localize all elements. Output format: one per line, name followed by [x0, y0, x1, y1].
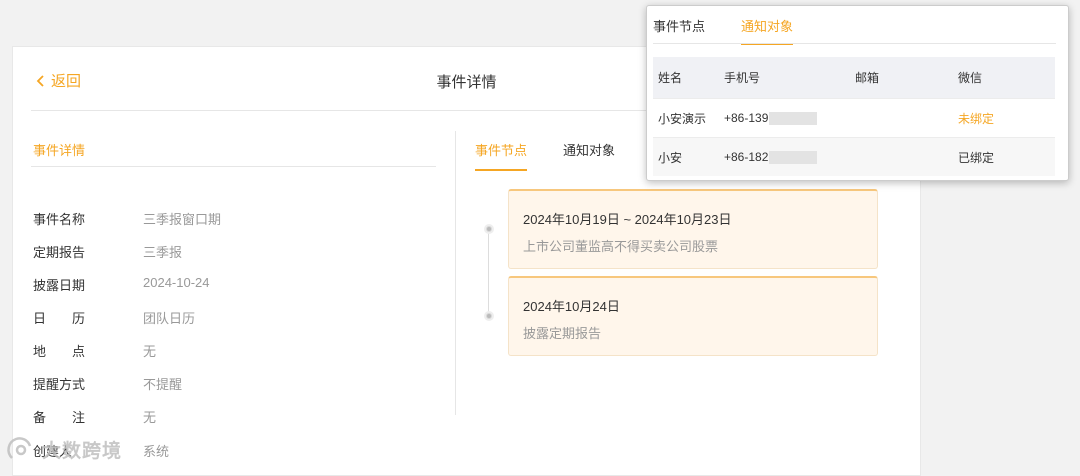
event-card: 2024年10月19日 ~ 2024年10月23日 上市公司董监高不得买卖公司股… — [508, 189, 878, 269]
column-header: 微信 — [958, 71, 983, 85]
tab-notify-targets[interactable]: 通知对象 — [741, 16, 794, 45]
field-disclosure-date: 披露日期 2024-10-24 — [33, 275, 210, 294]
field-value: 系统 — [143, 444, 170, 459]
tab-event-nodes[interactable]: 事件节点 — [475, 140, 528, 171]
field-value: 团队日历 — [143, 311, 196, 326]
field-location: 地 点 无 — [33, 341, 156, 360]
timeline-line — [488, 230, 489, 318]
divider — [653, 43, 1056, 44]
notify-targets-table: 姓名 手机号 邮箱 微信 小安演示 +86-139 未绑定 小安 +86-182… — [653, 57, 1055, 176]
field-value: 无 — [143, 344, 157, 359]
phone-prefix: +86-182 — [724, 150, 769, 164]
watermark: 大数跨境 — [4, 434, 122, 464]
field-remark: 备 注 无 — [33, 407, 156, 426]
field-value: 三季报窗口期 — [143, 212, 222, 227]
divider — [31, 166, 436, 167]
event-desc: 上市公司董监高不得买卖公司股票 — [523, 239, 719, 254]
cell-phone: +86-139 — [724, 111, 818, 125]
event-date: 2024年10月24日 — [523, 299, 620, 314]
notify-targets-popover: 事件节点 通知对象 姓名 手机号 邮箱 微信 小安演示 +86-139 未绑定 … — [646, 5, 1069, 181]
field-value: 三季报 — [143, 245, 183, 260]
watermark-logo-icon — [7, 437, 32, 459]
field-label: 备 注 — [33, 410, 86, 425]
cell-name: 小安演示 — [658, 111, 707, 126]
timeline-dot — [484, 224, 494, 234]
popover-tabs: 事件节点 通知对象 — [653, 16, 794, 45]
phone-prefix: +86-139 — [724, 111, 769, 125]
field-periodic-report: 定期报告 三季报 — [33, 242, 182, 261]
cell-phone: +86-182 — [724, 150, 818, 164]
field-label: 披露日期 — [33, 278, 86, 293]
field-label: 日 历 — [33, 311, 86, 326]
table-row: 小安演示 +86-139 未绑定 — [653, 98, 1055, 137]
event-desc: 披露定期报告 — [523, 326, 602, 341]
cell-name: 小安 — [658, 150, 683, 165]
table-row: 小安 +86-182 已绑定 — [653, 137, 1055, 176]
section-title: 事件详情 — [33, 143, 86, 158]
event-card: 2024年10月24日 披露定期报告 — [508, 276, 878, 356]
column-header: 姓名 — [658, 71, 683, 85]
field-label: 地 点 — [33, 344, 86, 359]
field-label: 事件名称 — [33, 212, 86, 227]
redacted-mask — [769, 150, 818, 164]
field-reminder: 提醒方式 不提醒 — [33, 374, 182, 393]
tab-notify-targets[interactable]: 通知对象 — [563, 140, 615, 171]
vertical-divider — [455, 131, 456, 415]
field-label: 定期报告 — [33, 245, 86, 260]
cell-wechat-status: 已绑定 — [958, 150, 995, 165]
field-value: 无 — [143, 410, 157, 425]
column-header: 邮箱 — [855, 71, 880, 85]
timeline-tabs: 事件节点 通知对象 — [475, 140, 615, 171]
tab-event-nodes[interactable]: 事件节点 — [653, 16, 705, 45]
field-calendar: 日 历 团队日历 — [33, 308, 195, 327]
watermark-text: 大数跨境 — [42, 440, 123, 462]
timeline-dot — [484, 311, 494, 321]
field-value: 2024-10-24 — [143, 275, 210, 290]
cell-wechat-status: 未绑定 — [958, 111, 995, 126]
table-header: 姓名 手机号 邮箱 微信 — [653, 57, 1055, 98]
column-header: 手机号 — [724, 71, 761, 85]
field-event-name: 事件名称 三季报窗口期 — [33, 209, 221, 228]
field-value: 不提醒 — [143, 377, 183, 392]
redacted-mask — [769, 111, 818, 125]
field-label: 提醒方式 — [33, 377, 86, 392]
event-date: 2024年10月19日 ~ 2024年10月23日 — [523, 212, 732, 227]
